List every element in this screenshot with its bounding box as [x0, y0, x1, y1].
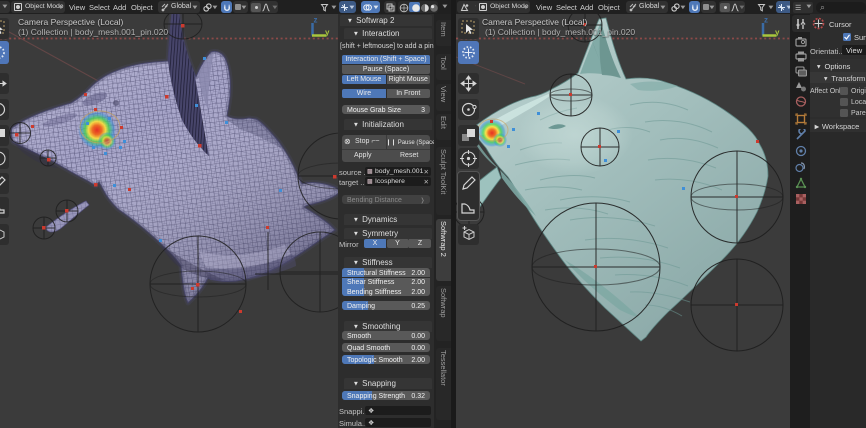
svg-text:z: z — [764, 16, 768, 25]
svg-text:y: y — [775, 28, 780, 37]
svg-text:z: z — [314, 16, 318, 25]
svg-text:y: y — [325, 28, 330, 37]
